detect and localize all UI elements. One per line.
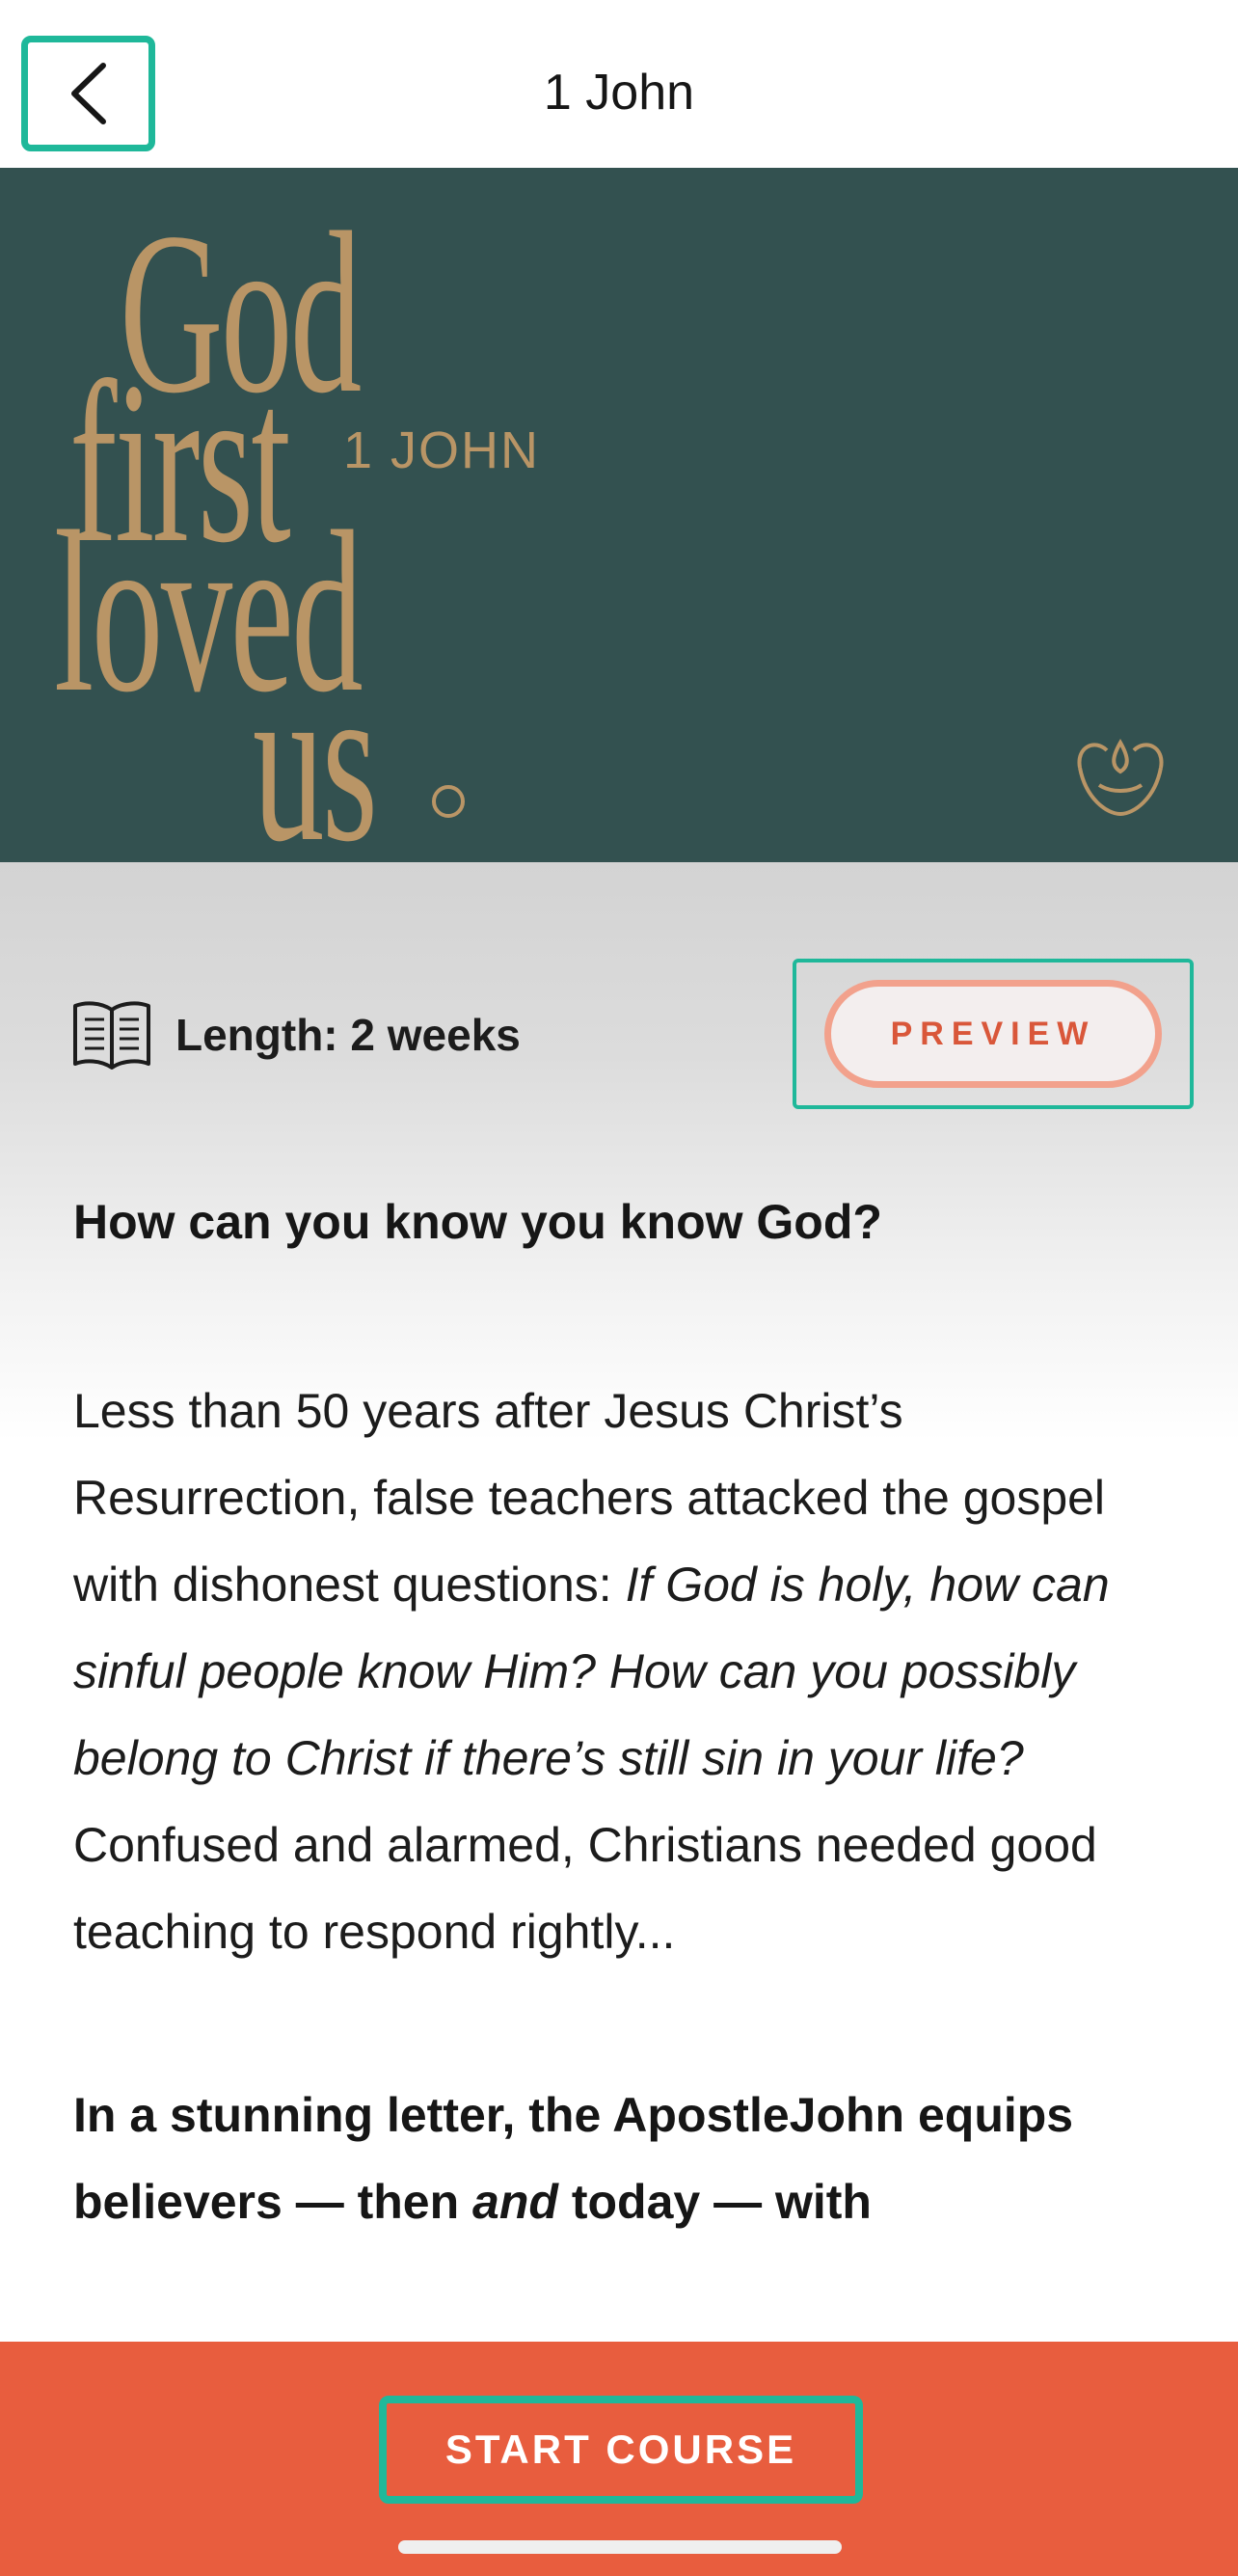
home-indicator[interactable] [398,2540,842,2554]
cover-title-word: us [253,633,378,862]
course-cover-image: God first loved us 1 JOHN [0,168,1238,862]
course-description: How can you know you know God? Less than… [73,1186,1182,2245]
book-icon [73,1001,150,1070]
bold-text: today — with [557,2175,872,2229]
preview-button[interactable]: PREVIEW [824,980,1162,1088]
description-paragraph: Less than 50 years after Jesus Christ’s … [73,1368,1182,1975]
cover-subtitle: 1 JOHN [343,421,541,479]
preview-button-container[interactable]: PREVIEW [793,959,1194,1109]
paragraph-text: Confused and alarmed, Christians needed … [73,1818,1097,1959]
page-title: 1 John [543,65,695,121]
brand-logo-icon [1077,738,1164,817]
length-label: Length: 2 weeks [175,1010,521,1060]
start-course-button[interactable]: START COURSE [379,2396,863,2504]
description-heading: How can you know you know God? [73,1195,882,1249]
top-nav-bar: 1 John [0,0,1238,168]
bold-italic-text: and [472,2175,558,2229]
course-length: Length: 2 weeks [71,998,521,1071]
cover-title-period [432,785,465,818]
description-bold-paragraph: In a stunning letter, the ApostleJohn eq… [73,2072,1182,2245]
